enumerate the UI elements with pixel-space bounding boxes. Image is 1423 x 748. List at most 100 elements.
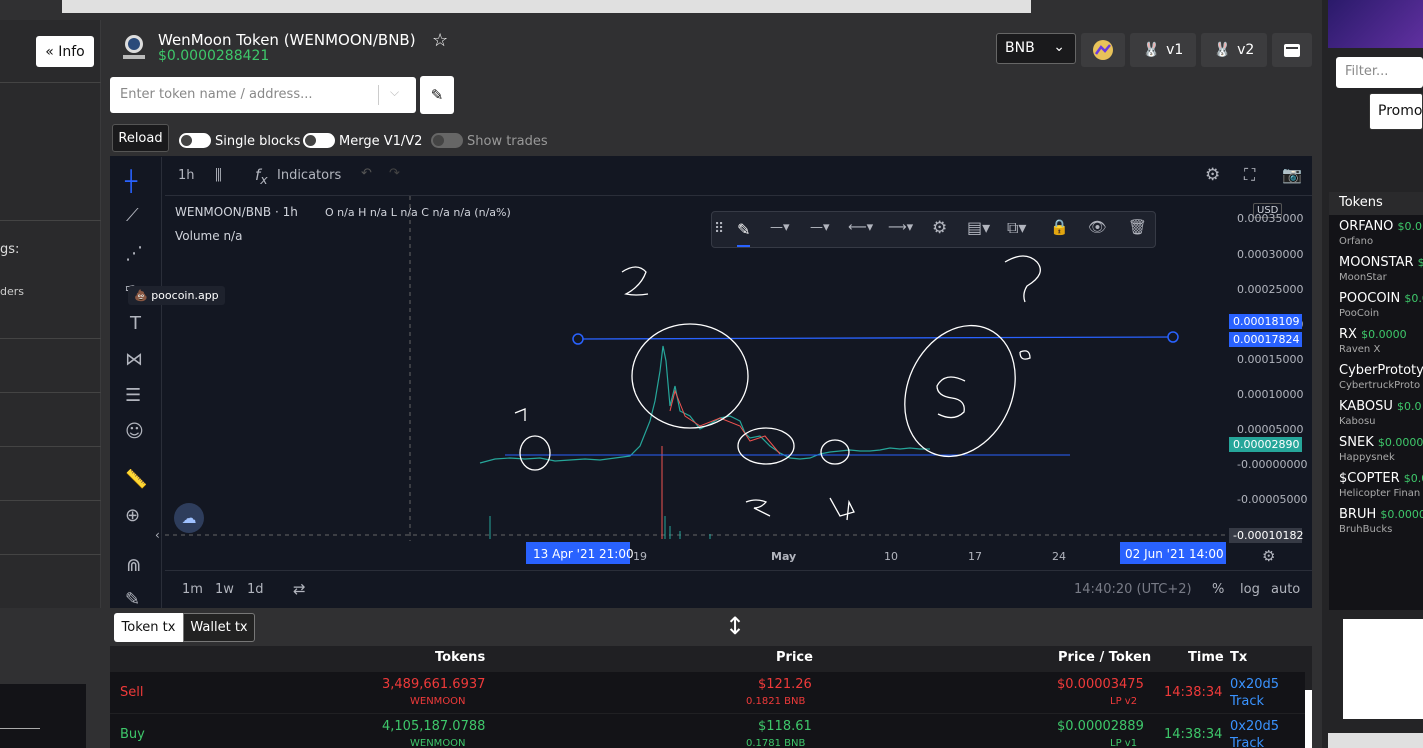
drag-handle-icon[interactable]: ⠿ [714,221,724,237]
redo-icon[interactable]: ↷ [389,166,400,181]
token-list-item[interactable]: KABOSU $0.0 [1339,399,1422,414]
dex-logo-button[interactable] [1081,33,1125,67]
indicators-button[interactable]: Indicators [277,168,341,183]
token-filter-input[interactable]: Filter... [1336,57,1423,88]
single-blocks-toggle[interactable] [179,133,211,148]
eye-icon[interactable]: 👁 [1088,218,1107,236]
token-list-item[interactable]: MOONSTAR $ [1339,255,1423,270]
tx-hash-link[interactable]: 0x20d5 [1230,719,1279,734]
current-price-label: 0.00002890 [1229,437,1302,452]
clone-icon[interactable]: ⧉▾ [1007,218,1026,238]
tx-type: Buy [120,727,145,742]
token-list-item[interactable]: CyberPrototyp [1339,363,1423,378]
merge-toggle[interactable] [303,133,335,148]
show-trades-toggle[interactable] [431,133,463,148]
line-color-icon[interactable]: ✎ [737,220,751,247]
tx-track-link[interactable]: Track [1230,736,1264,748]
token-list-item[interactable]: ORFANO $0.0 [1339,219,1422,234]
percent-scale-button[interactable]: % [1212,582,1224,597]
settings-icon[interactable]: ⚙ [932,218,947,238]
chart-clock: 14:40:20 (UTC+2) [1074,582,1192,597]
camera-icon[interactable]: 📷 [1282,165,1302,184]
drawing-floating-toolbar: ⠿ ✎ —▾ —▾ ⟵▾ ⟶▾ ⚙ ▤▾ ⧉▾ 🔒 👁 🗑 [711,211,1156,248]
undo-icon[interactable]: ↶ [361,166,372,181]
settings-icon[interactable]: ⚙ [1205,165,1220,185]
token-logo-icon [118,33,150,63]
col-price-token: Price / Token [1058,650,1152,665]
auto-scale-button[interactable]: auto [1271,582,1300,597]
token-list-item[interactable]: POOCOIN $0.0 [1339,291,1423,306]
tx-type: Sell [120,685,144,700]
axis-settings-icon[interactable]: ⚙ [1262,547,1275,565]
col-time: Time [1188,650,1224,665]
left-dark-box [0,684,86,748]
line-style-select[interactable]: —▾ [810,220,830,235]
token-title: WenMoon Token (WENMOON/BNB) [158,31,416,49]
col-tokens: Tokens [435,650,486,665]
layers-icon[interactable]: ▤▾ [967,218,990,237]
line-handle-right [1167,331,1179,343]
y-tick: 0.00005000 [1237,423,1304,436]
log-scale-button[interactable]: log [1240,582,1260,597]
chevron-down-icon: ⌄ [1053,39,1065,55]
token-tx-tab[interactable]: Token tx [114,613,183,642]
info-button[interactable]: « Info [36,36,94,67]
tx-hash-link[interactable]: 0x20d5 [1230,677,1279,692]
network-select[interactable]: BNB ⌄ [996,33,1076,64]
reload-button[interactable]: Reload [112,124,169,152]
token-list-item[interactable]: $COPTER $0.0 [1339,471,1423,486]
range-1m[interactable]: 1m [182,582,203,597]
token-list-item[interactable]: SNEK $0.0000 [1339,435,1423,450]
token-list-item[interactable]: RX $0.0000 [1339,327,1407,342]
trash-icon[interactable]: 🗑 [1128,218,1147,236]
table-scrollbar[interactable] [1305,690,1312,748]
left-panel-subtext: ders [0,285,25,298]
range-1d[interactable]: 1d [247,582,264,597]
x-range-end: 02 Jun '21 14:00 [1125,547,1224,561]
col-tx: Tx [1230,650,1248,665]
token-list-item[interactable]: BRUH $0.0000 [1339,507,1423,522]
hand-drawings [514,255,1041,521]
single-blocks-label: Single blocks [215,134,301,149]
chart-top-toolbar: 1h ⫼ fx Indicators ↶ ↷ ⚙ ⛶ 📷 [165,157,1312,196]
line-start-select[interactable]: ⟵▾ [848,220,873,235]
token-search-input[interactable]: Enter token name / address... ⌵ [110,77,416,113]
lock-icon[interactable]: 🔒 [1050,218,1069,236]
wallet-tx-tab[interactable]: Wallet tx [183,613,255,642]
pencil-lock-icon[interactable]: ✎ [125,589,140,610]
fullscreen-icon[interactable]: ⛶ [1244,165,1255,185]
pancakeswap-v1-button[interactable]: 🐰 v1 [1130,33,1196,67]
function-icon[interactable]: fx [255,166,268,187]
tx-tokens: 4,105,187.0788 [382,719,486,734]
price-label: 0.00018109 [1229,314,1302,329]
goto-date-icon[interactable]: ⇄ [293,580,306,598]
promote-button[interactable]: Promote [1369,93,1423,130]
candle-type-icon[interactable]: ⫼ [215,166,222,184]
token-list-name: Raven X [1339,344,1381,355]
chevron-down-icon[interactable]: ⌵ [390,85,399,100]
line-width-select[interactable]: —▾ [770,220,790,235]
token-price: $0.0000288421 [158,48,270,64]
range-1w[interactable]: 1w [215,582,234,597]
tradingview-logo-icon[interactable]: ☁ [174,503,204,533]
promo-banner[interactable] [1328,0,1423,48]
edit-icon[interactable]: ✎ [420,76,454,114]
wallet-icon[interactable] [1272,33,1312,67]
line-end-select[interactable]: ⟶▾ [888,220,913,235]
y-tick: 0.00030000 [1237,248,1304,261]
right-ad-box[interactable] [1343,619,1423,719]
crosshair-icon[interactable]: ┼ [125,169,137,193]
tx-track-link[interactable]: Track [1230,694,1264,709]
token-list-name: MoonStar [1339,272,1387,283]
interval-button[interactable]: 1h [178,168,195,183]
collapse-arrow-icon[interactable]: ‹ [155,528,160,542]
resize-handle-icon[interactable]: ↕ [725,612,745,640]
favorite-star-icon[interactable]: ☆ [432,30,448,51]
tx-price-sub: 0.1821 BNB [746,696,806,707]
token-list-name: Happysnek [1339,452,1395,463]
tx-lp: LP v2 [1110,696,1138,707]
x-range-start: 13 Apr '21 21:00 [533,547,634,561]
tx-price-token: $0.00002889 [1057,719,1144,734]
pancakeswap-v2-button[interactable]: 🐰 v2 [1201,33,1267,67]
dex-logo-icon [1093,40,1113,60]
